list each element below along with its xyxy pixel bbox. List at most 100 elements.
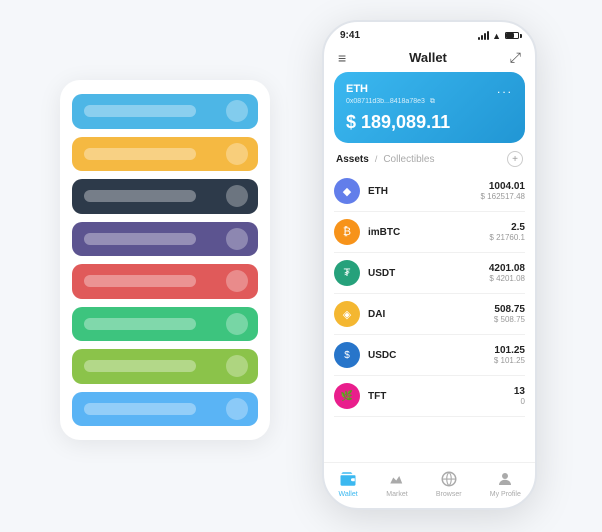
dai-symbol: ◈ <box>343 308 351 321</box>
tab-market[interactable]: Market <box>386 469 407 498</box>
usdt-symbol: ₮ <box>344 267 351 279</box>
usdc-symbol: $ <box>344 350 350 361</box>
eth-more-icon[interactable]: ... <box>497 82 513 96</box>
tab-assets[interactable]: Assets <box>336 154 369 165</box>
imbtc-symbol: ₿ <box>343 226 351 238</box>
bar-icon-6 <box>226 313 248 335</box>
eth-balance: $ 189,089.11 <box>346 112 513 133</box>
market-tab-label: Market <box>386 491 407 498</box>
assets-tabs: Assets / Collectibles <box>336 154 434 165</box>
bar-text-5 <box>84 275 196 287</box>
color-bar-8 <box>72 392 258 427</box>
expand-icon[interactable]: ⤢ <box>510 49 521 66</box>
imbtc-amount: 2.5 <box>489 222 525 233</box>
tab-wallet[interactable]: Wallet <box>338 469 358 498</box>
token-icon-usdt: ₮ <box>334 260 360 286</box>
color-bar-2 <box>72 137 258 172</box>
bar-text-1 <box>84 105 196 117</box>
token-values-dai: 508.75 $ 508.75 <box>494 304 525 324</box>
color-bar-3 <box>72 179 258 214</box>
token-values-imbtc: 2.5 $ 21760.1 <box>489 222 525 242</box>
eth-usd: $ 162517.48 <box>481 192 526 201</box>
color-bar-4 <box>72 222 258 257</box>
bar-text-3 <box>84 190 196 202</box>
bar-text-6 <box>84 318 196 330</box>
token-icon-dai: ◈ <box>334 301 360 327</box>
usdc-amount: 101.25 <box>494 345 525 356</box>
token-item-tft[interactable]: 🌿 TFT 13 0 <box>334 376 525 417</box>
color-bar-5 <box>72 264 258 299</box>
bar-text-2 <box>84 148 196 160</box>
token-icon-eth: ◆ <box>334 178 360 204</box>
usdt-usd: $ 4201.08 <box>489 274 525 283</box>
bar-icon-3 <box>226 185 248 207</box>
eth-card-header: ETH ... <box>346 82 513 96</box>
eth-card-label: ETH <box>346 83 368 95</box>
token-item-imbtc[interactable]: ₿ imBTC 2.5 $ 21760.1 <box>334 212 525 253</box>
token-item-eth[interactable]: ◆ ETH 1004.01 $ 162517.48 <box>334 171 525 212</box>
tft-symbol: 🌿 <box>341 391 353 402</box>
token-icon-usdc: $ <box>334 342 360 368</box>
token-values-usdc: 101.25 $ 101.25 <box>494 345 525 365</box>
bar-icon-2 <box>226 143 248 165</box>
token-name-tft: TFT <box>368 391 514 402</box>
bg-card-panel <box>60 80 270 440</box>
bar-icon-5 <box>226 270 248 292</box>
eth-card[interactable]: ETH ... 0x08711d3b...8418a78e3 ⧉ $ 189,0… <box>334 72 525 143</box>
token-name-eth: ETH <box>368 186 481 197</box>
bar-icon-1 <box>226 100 248 122</box>
battery-icon <box>505 32 519 39</box>
color-bar-1 <box>72 94 258 129</box>
menu-icon[interactable]: ≡ <box>338 50 346 66</box>
tft-usd: 0 <box>514 397 525 406</box>
dai-usd: $ 508.75 <box>494 315 525 324</box>
phone-mockup: 9:41 ▲ ≡ Wallet ⤢ ETH ... 0x08711d3b...8… <box>322 20 537 510</box>
token-item-usdc[interactable]: $ USDC 101.25 $ 101.25 <box>334 335 525 376</box>
imbtc-usd: $ 21760.1 <box>489 233 525 242</box>
status-icons: ▲ <box>478 31 519 41</box>
token-item-usdt[interactable]: ₮ USDT 4201.08 $ 4201.08 <box>334 253 525 294</box>
bar-icon-7 <box>226 355 248 377</box>
tft-amount: 13 <box>514 386 525 397</box>
wallet-tab-label: Wallet <box>338 491 357 498</box>
token-item-dai[interactable]: ◈ DAI 508.75 $ 508.75 <box>334 294 525 335</box>
token-icon-tft: 🌿 <box>334 383 360 409</box>
wifi-icon: ▲ <box>492 31 501 41</box>
bar-icon-8 <box>226 398 248 420</box>
wallet-tab-icon <box>338 469 358 489</box>
bar-icon-4 <box>226 228 248 250</box>
tab-divider: / <box>375 154 378 164</box>
copy-icon[interactable]: ⧉ <box>430 98 435 105</box>
tab-browser[interactable]: Browser <box>436 469 462 498</box>
token-values-tft: 13 0 <box>514 386 525 406</box>
token-values-eth: 1004.01 $ 162517.48 <box>481 181 526 201</box>
add-asset-button[interactable]: + <box>507 151 523 167</box>
tab-profile[interactable]: My Profile <box>490 469 521 498</box>
eth-amount: 1004.01 <box>481 181 526 192</box>
profile-tab-icon <box>495 469 515 489</box>
status-bar: 9:41 ▲ <box>324 22 535 45</box>
token-name-imbtc: imBTC <box>368 227 489 238</box>
nav-bar: ≡ Wallet ⤢ <box>324 45 535 68</box>
dai-amount: 508.75 <box>494 304 525 315</box>
page-title: Wallet <box>409 50 447 65</box>
usdt-amount: 4201.08 <box>489 263 525 274</box>
market-tab-icon <box>387 469 407 489</box>
usdc-usd: $ 101.25 <box>494 356 525 365</box>
token-list: ◆ ETH 1004.01 $ 162517.48 ₿ imBTC 2.5 $ … <box>324 171 535 462</box>
tab-collectibles[interactable]: Collectibles <box>383 154 434 165</box>
bottom-bar: Wallet Market Browser My Profile <box>324 462 535 508</box>
eth-address: 0x08711d3b...8418a78e3 ⧉ <box>346 98 513 106</box>
token-name-usdc: USDC <box>368 350 494 361</box>
color-bar-7 <box>72 349 258 384</box>
bar-text-7 <box>84 360 196 372</box>
color-bar-6 <box>72 307 258 342</box>
eth-symbol: ◆ <box>343 185 351 198</box>
status-time: 9:41 <box>340 30 360 41</box>
browser-tab-label: Browser <box>436 491 462 498</box>
token-icon-imbtc: ₿ <box>334 219 360 245</box>
browser-tab-icon <box>439 469 459 489</box>
token-values-usdt: 4201.08 $ 4201.08 <box>489 263 525 283</box>
token-name-usdt: USDT <box>368 268 489 279</box>
bar-text-8 <box>84 403 196 415</box>
